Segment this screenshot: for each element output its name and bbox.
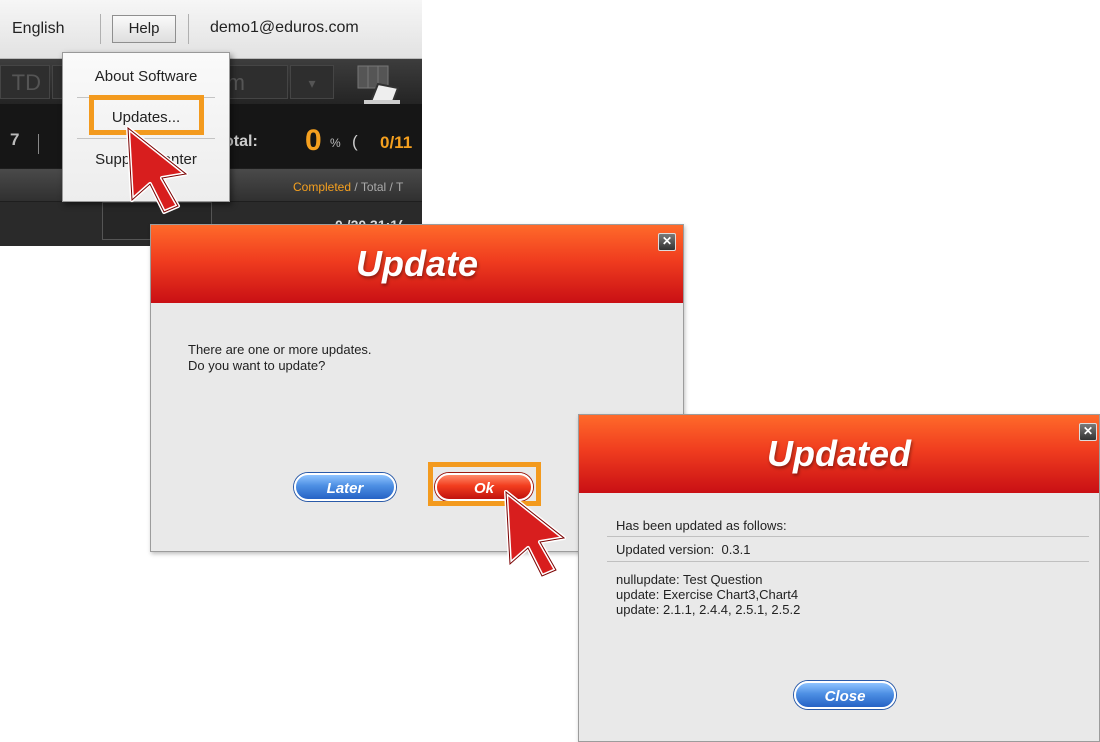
version-label: Updated version: [616, 542, 715, 557]
map-laptop-icon[interactable] [356, 64, 402, 106]
close-icon[interactable]: ✕ [1079, 423, 1097, 441]
update-note: update: 2.1.1, 2.4.4, 2.5.1, 2.5.2 [616, 602, 801, 617]
menu-divider [188, 14, 189, 44]
completed-label: Completed [293, 180, 352, 194]
pointer-cursor-icon [504, 490, 566, 578]
stats-paren: ( [352, 132, 358, 151]
total-label: / Total / T [351, 180, 404, 194]
stats-number: 7 [10, 130, 20, 149]
stats-count: 0/11 [380, 133, 413, 152]
user-email: demo1@eduros.com [210, 19, 359, 36]
divider [607, 561, 1089, 562]
column-header-label: Completed / Total / T [293, 180, 403, 194]
divider [607, 536, 1089, 537]
language-menu[interactable]: English [12, 20, 64, 38]
menu-divider [100, 14, 101, 44]
update-message-line1: There are one or more updates. [188, 342, 372, 357]
pointer-cursor-icon [126, 126, 188, 214]
version-value: 0.3.1 [721, 542, 751, 557]
updated-dialog-title: Updated [767, 433, 911, 474]
stats-percent-value: 0 [305, 124, 322, 157]
update-note: nullupdate: Test Question [616, 572, 763, 587]
update-note: update: Exercise Chart3,Chart4 [616, 587, 799, 602]
close-button[interactable]: Close [794, 681, 896, 709]
update-dialog-title: Update [355, 243, 478, 284]
update-message-line2: Do you want to update? [188, 358, 326, 373]
stats-percent-sign: % [330, 136, 341, 150]
updated-intro: Has been updated as follows: [616, 518, 787, 533]
toolbar-dropdown[interactable]: ▾ [290, 65, 334, 99]
help-menu-button[interactable]: Help [112, 15, 176, 43]
menu-item-about-software[interactable]: About Software [63, 68, 229, 85]
menu-bar: English Help demo1@eduros.com [0, 0, 422, 59]
toolbar-segment[interactable]: TD [0, 65, 50, 99]
updated-version-row: Updated version: 0.3.1 [616, 542, 750, 558]
updated-dialog: Updated ✕ Has been updated as follows: U… [578, 414, 1100, 742]
close-icon[interactable]: ✕ [658, 233, 676, 251]
later-button[interactable]: Later [294, 473, 396, 501]
stats-divider [38, 134, 39, 154]
